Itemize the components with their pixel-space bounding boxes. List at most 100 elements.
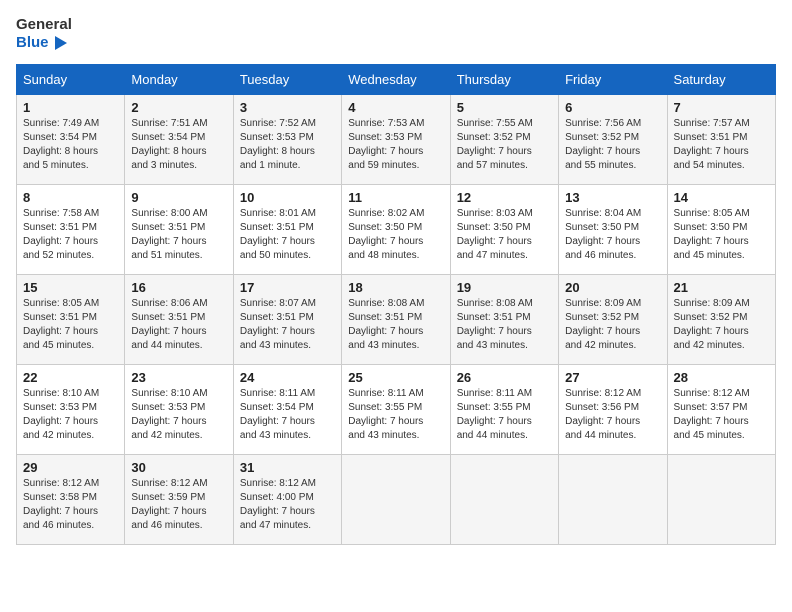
calendar-cell: 14 Sunrise: 8:05 AM Sunset: 3:50 PM Dayli… xyxy=(667,185,775,275)
calendar-cell: 6 Sunrise: 7:56 AM Sunset: 3:52 PM Daylig… xyxy=(559,95,667,185)
calendar-cell: 19Sunrise: 8:08 AM Sunset: 3:51 PM Dayli… xyxy=(450,275,558,365)
calendar-cell: 23 Sunrise: 8:10 AM Sunset: 3:53 PM Dayli… xyxy=(125,365,233,455)
calendar-cell: 13 Sunrise: 8:04 AM Sunset: 3:50 PM Dayli… xyxy=(559,185,667,275)
day-number: 23 xyxy=(131,370,226,385)
day-details: Sunrise: 8:08 AM Sunset: 3:51 PM Dayligh… xyxy=(348,297,443,353)
day-number: 19 xyxy=(457,280,552,295)
day-number: 21 xyxy=(674,280,769,295)
day-number: 10 xyxy=(240,190,335,205)
day-number: 3 xyxy=(240,100,335,115)
header-day-saturday: Saturday xyxy=(667,65,775,95)
day-details: Sunrise: 8:05 AM Sunset: 3:51 PM Dayligh… xyxy=(23,297,118,353)
calendar-week-2: 8 Sunrise: 7:58 AM Sunset: 3:51 PM Daylig… xyxy=(17,185,776,275)
day-number: 5 xyxy=(457,100,552,115)
day-details: Sunrise: 8:12 AM Sunset: 3:58 PM Dayligh… xyxy=(23,477,118,533)
calendar-cell: 3 Sunrise: 7:52 AM Sunset: 3:53 PM Daylig… xyxy=(233,95,341,185)
day-number: 8 xyxy=(23,190,118,205)
calendar-cell: 4 Sunrise: 7:53 AM Sunset: 3:53 PM Daylig… xyxy=(342,95,450,185)
calendar-cell: 8 Sunrise: 7:58 AM Sunset: 3:51 PM Daylig… xyxy=(17,185,125,275)
day-number: 25 xyxy=(348,370,443,385)
day-number: 17 xyxy=(240,280,335,295)
day-details: Sunrise: 8:01 AM Sunset: 3:51 PM Dayligh… xyxy=(240,207,335,263)
day-number: 28 xyxy=(674,370,769,385)
day-details: Sunrise: 7:56 AM Sunset: 3:52 PM Dayligh… xyxy=(565,117,660,173)
day-number: 13 xyxy=(565,190,660,205)
day-details: Sunrise: 8:11 AM Sunset: 3:54 PM Dayligh… xyxy=(240,387,335,443)
day-details: Sunrise: 8:00 AM Sunset: 3:51 PM Dayligh… xyxy=(131,207,226,263)
calendar-week-4: 22 Sunrise: 8:10 AM Sunset: 3:53 PM Dayli… xyxy=(17,365,776,455)
calendar-cell: 1 Sunrise: 7:49 AM Sunset: 3:54 PM Daylig… xyxy=(17,95,125,185)
calendar-cell: 2 Sunrise: 7:51 AM Sunset: 3:54 PM Daylig… xyxy=(125,95,233,185)
day-number: 14 xyxy=(674,190,769,205)
day-number: 20 xyxy=(565,280,660,295)
calendar-week-5: 29Sunrise: 8:12 AM Sunset: 3:58 PM Dayli… xyxy=(17,455,776,545)
header-day-monday: Monday xyxy=(125,65,233,95)
day-details: Sunrise: 8:05 AM Sunset: 3:50 PM Dayligh… xyxy=(674,207,769,263)
calendar-cell: 17 Sunrise: 8:07 AM Sunset: 3:51 PM Dayli… xyxy=(233,275,341,365)
page-header: General Blue xyxy=(16,16,776,52)
day-number: 31 xyxy=(240,460,335,475)
day-number: 4 xyxy=(348,100,443,115)
calendar-table: SundayMondayTuesdayWednesdayThursdayFrid… xyxy=(16,64,776,545)
day-details: Sunrise: 7:58 AM Sunset: 3:51 PM Dayligh… xyxy=(23,207,118,263)
calendar-cell: 11 Sunrise: 8:02 AM Sunset: 3:50 PM Dayli… xyxy=(342,185,450,275)
day-number: 11 xyxy=(348,190,443,205)
day-number: 12 xyxy=(457,190,552,205)
calendar-cell: 12 Sunrise: 8:03 AM Sunset: 3:50 PM Dayli… xyxy=(450,185,558,275)
day-number: 18 xyxy=(348,280,443,295)
day-details: Sunrise: 8:12 AM Sunset: 4:00 PM Dayligh… xyxy=(240,477,335,533)
day-number: 9 xyxy=(131,190,226,205)
calendar-cell: 27 Sunrise: 8:12 AM Sunset: 3:56 PM Dayli… xyxy=(559,365,667,455)
day-details: Sunrise: 8:09 AM Sunset: 3:52 PM Dayligh… xyxy=(565,297,660,353)
day-details: Sunrise: 8:10 AM Sunset: 3:53 PM Dayligh… xyxy=(131,387,226,443)
day-details: Sunrise: 8:12 AM Sunset: 3:56 PM Dayligh… xyxy=(565,387,660,443)
day-details: Sunrise: 8:07 AM Sunset: 3:51 PM Dayligh… xyxy=(240,297,335,353)
day-details: Sunrise: 8:09 AM Sunset: 3:52 PM Dayligh… xyxy=(674,297,769,353)
day-number: 30 xyxy=(131,460,226,475)
day-details: Sunrise: 8:02 AM Sunset: 3:50 PM Dayligh… xyxy=(348,207,443,263)
blue-logo-icon xyxy=(51,34,69,52)
calendar-cell: 31 Sunrise: 8:12 AM Sunset: 4:00 PM Dayli… xyxy=(233,455,341,545)
day-details: Sunrise: 8:11 AM Sunset: 3:55 PM Dayligh… xyxy=(457,387,552,443)
day-details: Sunrise: 8:11 AM Sunset: 3:55 PM Dayligh… xyxy=(348,387,443,443)
day-details: Sunrise: 7:52 AM Sunset: 3:53 PM Dayligh… xyxy=(240,117,335,173)
day-details: Sunrise: 7:55 AM Sunset: 3:52 PM Dayligh… xyxy=(457,117,552,173)
header-day-wednesday: Wednesday xyxy=(342,65,450,95)
calendar-cell xyxy=(450,455,558,545)
day-details: Sunrise: 7:51 AM Sunset: 3:54 PM Dayligh… xyxy=(131,117,226,173)
day-details: Sunrise: 7:53 AM Sunset: 3:53 PM Dayligh… xyxy=(348,117,443,173)
calendar-cell: 16 Sunrise: 8:06 AM Sunset: 3:51 PM Dayli… xyxy=(125,275,233,365)
calendar-week-1: 1 Sunrise: 7:49 AM Sunset: 3:54 PM Daylig… xyxy=(17,95,776,185)
calendar-cell: 25 Sunrise: 8:11 AM Sunset: 3:55 PM Dayli… xyxy=(342,365,450,455)
logo: General Blue xyxy=(16,16,72,52)
calendar-cell: 28Sunrise: 8:12 AM Sunset: 3:57 PM Dayli… xyxy=(667,365,775,455)
calendar-cell: 26 Sunrise: 8:11 AM Sunset: 3:55 PM Dayli… xyxy=(450,365,558,455)
calendar-cell: 5 Sunrise: 7:55 AM Sunset: 3:52 PM Daylig… xyxy=(450,95,558,185)
calendar-cell: 15Sunrise: 8:05 AM Sunset: 3:51 PM Dayli… xyxy=(17,275,125,365)
calendar-cell: 21 Sunrise: 8:09 AM Sunset: 3:52 PM Dayli… xyxy=(667,275,775,365)
day-details: Sunrise: 8:04 AM Sunset: 3:50 PM Dayligh… xyxy=(565,207,660,263)
header-day-friday: Friday xyxy=(559,65,667,95)
calendar-cell xyxy=(342,455,450,545)
day-number: 26 xyxy=(457,370,552,385)
day-number: 1 xyxy=(23,100,118,115)
day-number: 7 xyxy=(674,100,769,115)
day-details: Sunrise: 7:49 AM Sunset: 3:54 PM Dayligh… xyxy=(23,117,118,173)
day-number: 24 xyxy=(240,370,335,385)
calendar-cell: 10 Sunrise: 8:01 AM Sunset: 3:51 PM Dayli… xyxy=(233,185,341,275)
day-details: Sunrise: 8:10 AM Sunset: 3:53 PM Dayligh… xyxy=(23,387,118,443)
day-details: Sunrise: 7:57 AM Sunset: 3:51 PM Dayligh… xyxy=(674,117,769,173)
day-number: 27 xyxy=(565,370,660,385)
calendar-body: 1 Sunrise: 7:49 AM Sunset: 3:54 PM Daylig… xyxy=(17,95,776,545)
day-number: 2 xyxy=(131,100,226,115)
calendar-week-3: 15Sunrise: 8:05 AM Sunset: 3:51 PM Dayli… xyxy=(17,275,776,365)
calendar-header-row: SundayMondayTuesdayWednesdayThursdayFrid… xyxy=(17,65,776,95)
day-number: 22 xyxy=(23,370,118,385)
calendar-cell xyxy=(667,455,775,545)
day-details: Sunrise: 8:03 AM Sunset: 3:50 PM Dayligh… xyxy=(457,207,552,263)
day-number: 6 xyxy=(565,100,660,115)
calendar-cell: 24 Sunrise: 8:11 AM Sunset: 3:54 PM Dayli… xyxy=(233,365,341,455)
calendar-cell: 9 Sunrise: 8:00 AM Sunset: 3:51 PM Daylig… xyxy=(125,185,233,275)
day-details: Sunrise: 8:06 AM Sunset: 3:51 PM Dayligh… xyxy=(131,297,226,353)
day-number: 16 xyxy=(131,280,226,295)
